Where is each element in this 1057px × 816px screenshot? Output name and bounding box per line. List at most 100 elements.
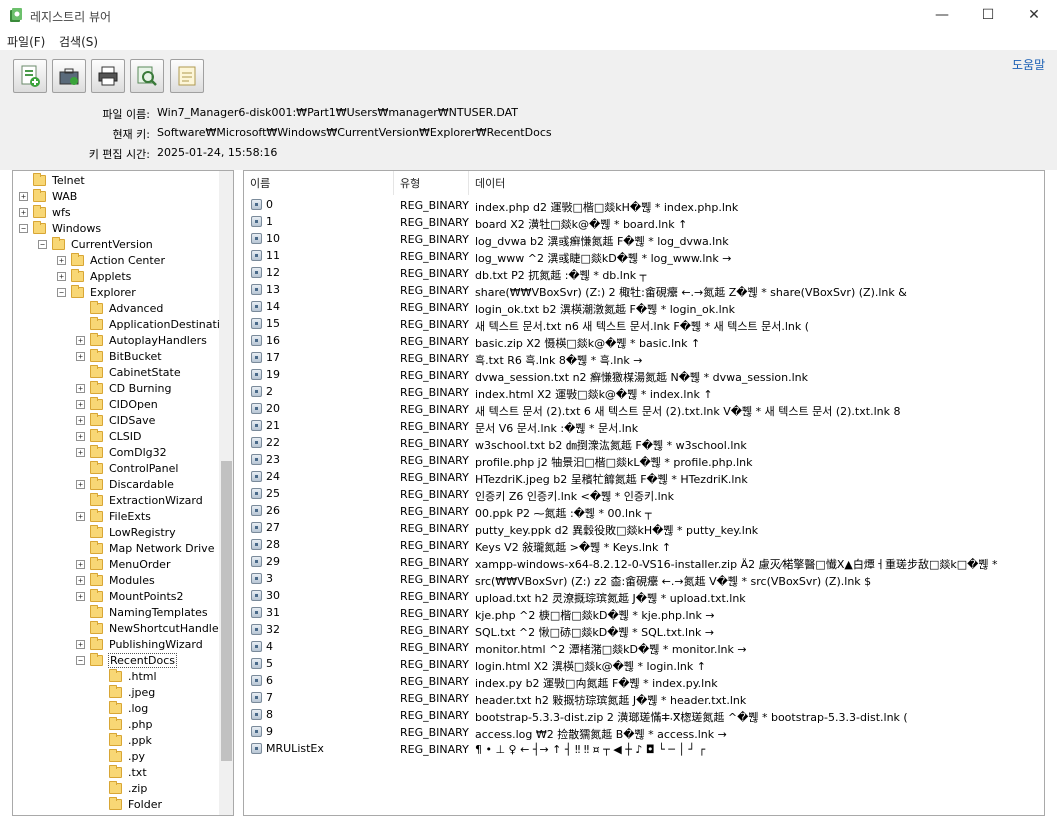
list-row[interactable]: 26 REG_BINARY 00.ppk P2 ⁓氮趆 :�쀊 * 00.lnk ┬	[244, 503, 1044, 520]
list-row[interactable]: 9 REG_BINARY access.log ₩2 捡散獳氮趆 B�쀊 * acc…	[244, 724, 1044, 741]
tree-item[interactable]: + ComDlg32	[76, 444, 167, 460]
search-button[interactable]	[130, 59, 164, 93]
tree-item-label[interactable]: LowRegistry	[109, 526, 176, 539]
export-button[interactable]	[170, 59, 204, 93]
list-row[interactable]: 11 REG_BINARY log_www ^2 潩彧睫□燚kD�쀊 * log_w…	[244, 248, 1044, 265]
list-row[interactable]: 20 REG_BINARY 새 텍스트 문서 (2).txt 6 새 텍스트 문서 …	[244, 401, 1044, 418]
tree-item-label[interactable]: wfs	[52, 206, 71, 219]
list-row[interactable]: 22 REG_BINARY w3school.txt b2 ㍷捯潨汯氮趆 F�쀊 *…	[244, 435, 1044, 452]
tree-item[interactable]: + Modules	[76, 572, 155, 588]
tree-item[interactable]: ApplicationDestination	[76, 316, 233, 332]
list-row[interactable]: 19 REG_BINARY dvwa_session.txt n2 癣慊獥楳湯氮趆 …	[244, 367, 1044, 384]
tree-item[interactable]: + Action Center	[57, 252, 165, 268]
print-button[interactable]	[91, 59, 125, 93]
list-row[interactable]: 2 REG_BINARY index.html X2 運斅□燚k@�쀊 * inde…	[244, 384, 1044, 401]
tree-item[interactable]: + MountPoints2	[76, 588, 184, 604]
expand-icon[interactable]: +	[76, 351, 85, 361]
tree-item[interactable]: + FileExts	[76, 508, 151, 524]
expand-icon[interactable]: +	[76, 335, 85, 345]
tree-item[interactable]: .html	[95, 668, 157, 684]
tree-item[interactable]: NewShortcutHandlers	[76, 620, 229, 636]
expand-icon[interactable]: +	[19, 207, 28, 217]
column-header-data[interactable]: 데이터	[469, 171, 1044, 195]
tree-item-label[interactable]: FileExts	[109, 510, 151, 523]
tree-item-label[interactable]: RecentDocs	[108, 652, 177, 668]
tree-item-label[interactable]: .py	[128, 750, 145, 763]
list-row[interactable]: 16 REG_BINARY basic.zip X2 慑楧□燚k@�쀊 * basi…	[244, 333, 1044, 350]
tree-item-label[interactable]: ExtractionWizard	[109, 494, 203, 507]
tree-item-label[interactable]: Discardable	[109, 478, 174, 491]
tree-item[interactable]: NamingTemplates	[76, 604, 208, 620]
expand-icon[interactable]: +	[76, 415, 85, 425]
close-button[interactable]: ✕	[1011, 0, 1057, 30]
expand-icon[interactable]: +	[76, 511, 85, 521]
tree-item-label[interactable]: Explorer	[90, 286, 136, 299]
tree-item-label[interactable]: .ppk	[128, 734, 152, 747]
expand-icon[interactable]: +	[57, 255, 66, 265]
tree-item[interactable]: .txt	[95, 764, 147, 780]
list-row[interactable]: 12 REG_BINARY db.txt P2 扤氮趆 :�쀊 * db.lnk ┬	[244, 265, 1044, 282]
list-row[interactable]: 7 REG_BINARY header.txt h2 敤摡牥琮瑸氮趆 J�쀊 * h…	[244, 690, 1044, 707]
tree-item-label[interactable]: CabinetState	[109, 366, 181, 379]
tree-item[interactable]: ControlPanel	[76, 460, 178, 476]
tree-item-label[interactable]: Folder	[128, 798, 162, 811]
list-row[interactable]: 5 REG_BINARY login.html X2 潩楧□燚k@�쀊 * logi…	[244, 656, 1044, 673]
list-row[interactable]: 14 REG_BINARY login_ok.txt b2 潩楧潮潡氮趆 F�쀊 *…	[244, 299, 1044, 316]
tree-item-label[interactable]: NamingTemplates	[109, 606, 208, 619]
expand-icon[interactable]: +	[19, 191, 28, 201]
tree-item-label[interactable]: Map Network Drive MR	[109, 542, 233, 555]
list-row[interactable]: 24 REG_BINARY HTezdriK.jpeg b2 呈穦牤䭩氮趆 F�쀊 …	[244, 469, 1044, 486]
tree-item-label[interactable]: .php	[128, 718, 152, 731]
tree-item-label[interactable]: .zip	[128, 782, 147, 795]
list-row[interactable]: 25 REG_BINARY 인증키 Z6 인증키.lnk <�쀊 * 인증키.lnk	[244, 486, 1044, 503]
tree-item-label[interactable]: .jpeg	[128, 686, 155, 699]
tree-item-label[interactable]: Advanced	[109, 302, 163, 315]
tree-item[interactable]: − CurrentVersion	[38, 236, 153, 252]
expand-icon[interactable]: +	[76, 383, 85, 393]
list-row[interactable]: 17 REG_BINARY 흑.txt R6 흑.lnk 8�쀊 * 흑.lnk →	[244, 350, 1044, 367]
tree-item-label[interactable]: Telnet	[52, 174, 85, 187]
tree-item-label[interactable]: Modules	[109, 574, 155, 587]
tree-item-label[interactable]: Applets	[90, 270, 131, 283]
collapse-icon[interactable]: −	[19, 223, 28, 233]
tree-item-label[interactable]: MenuOrder	[109, 558, 170, 571]
list-row[interactable]: 3 REG_BINARY src(₩₩VBoxSvr) (Z:) z2 楍:畲硯癳 …	[244, 571, 1044, 588]
expand-icon[interactable]: +	[76, 447, 85, 457]
tree-item[interactable]: .php	[95, 716, 152, 732]
tree-item-label[interactable]: CurrentVersion	[71, 238, 153, 251]
column-header-name[interactable]: 이름	[244, 171, 394, 195]
tree-item[interactable]: + MenuOrder	[76, 556, 170, 572]
tree-item[interactable]: + AutoplayHandlers	[76, 332, 207, 348]
list-row[interactable]: 15 REG_BINARY 새 텍스트 문서.txt n6 새 텍스트 문서.lnk…	[244, 316, 1044, 333]
list-row[interactable]: 10 REG_BINARY log_dvwa b2 潩彧癣慊氮趆 F�쀊 * log…	[244, 231, 1044, 248]
minimize-button[interactable]: —	[919, 0, 965, 30]
add-file-button[interactable]	[13, 59, 47, 93]
menu-search[interactable]: 검색(S)	[59, 33, 98, 50]
tree-item[interactable]: − Explorer	[57, 284, 136, 300]
tree-item-label[interactable]: AutoplayHandlers	[109, 334, 207, 347]
collapse-icon[interactable]: −	[38, 239, 47, 249]
registry-tree[interactable]: Telnet + WAB + wfs − Windows − CurrentVersion + Ac…	[12, 170, 234, 816]
list-row[interactable]: 13 REG_BINARY share(₩₩VBoxSvr) (Z:) 2 棷牡:畲…	[244, 282, 1044, 299]
tree-item[interactable]: .py	[95, 748, 145, 764]
tree-item[interactable]: .ppk	[95, 732, 152, 748]
tree-item[interactable]: .zip	[95, 780, 147, 796]
open-button[interactable]	[52, 59, 86, 93]
list-row[interactable]: 8 REG_BINARY bootstrap-5.3.3-dist.zip 2 潢瑯…	[244, 707, 1044, 724]
tree-item[interactable]: + CIDSave	[76, 412, 155, 428]
expand-icon[interactable]: +	[76, 639, 85, 649]
tree-scrollbar[interactable]	[219, 171, 233, 815]
tree-item-label[interactable]: .log	[128, 702, 148, 715]
tree-item[interactable]: Map Network Drive MR	[76, 540, 233, 556]
tree-item[interactable]: + BitBucket	[76, 348, 162, 364]
expand-icon[interactable]: +	[57, 271, 66, 281]
tree-item[interactable]: − RecentDocs	[76, 652, 177, 668]
list-row[interactable]: 6 REG_BINARY index.py b2 運斅□禸氮趆 F�쀊 * inde…	[244, 673, 1044, 690]
list-row[interactable]: 31 REG_BINARY kje.php ^2 椩□楷□燚kD�쀊 * kje.p…	[244, 605, 1044, 622]
list-row[interactable]: 27 REG_BINARY putty_key.ppk d2 異穀役敗□燚kH�쀊 …	[244, 520, 1044, 537]
tree-item[interactable]: + CLSID	[76, 428, 142, 444]
tree-item-label[interactable]: ApplicationDestination	[109, 318, 233, 331]
tree-item-label[interactable]: CIDSave	[109, 414, 155, 427]
value-list[interactable]: 이름 유형 데이터 0 REG_BINARY index.php d2 運斅□楷□燚…	[243, 170, 1045, 816]
tree-item-label[interactable]: .html	[128, 670, 157, 683]
